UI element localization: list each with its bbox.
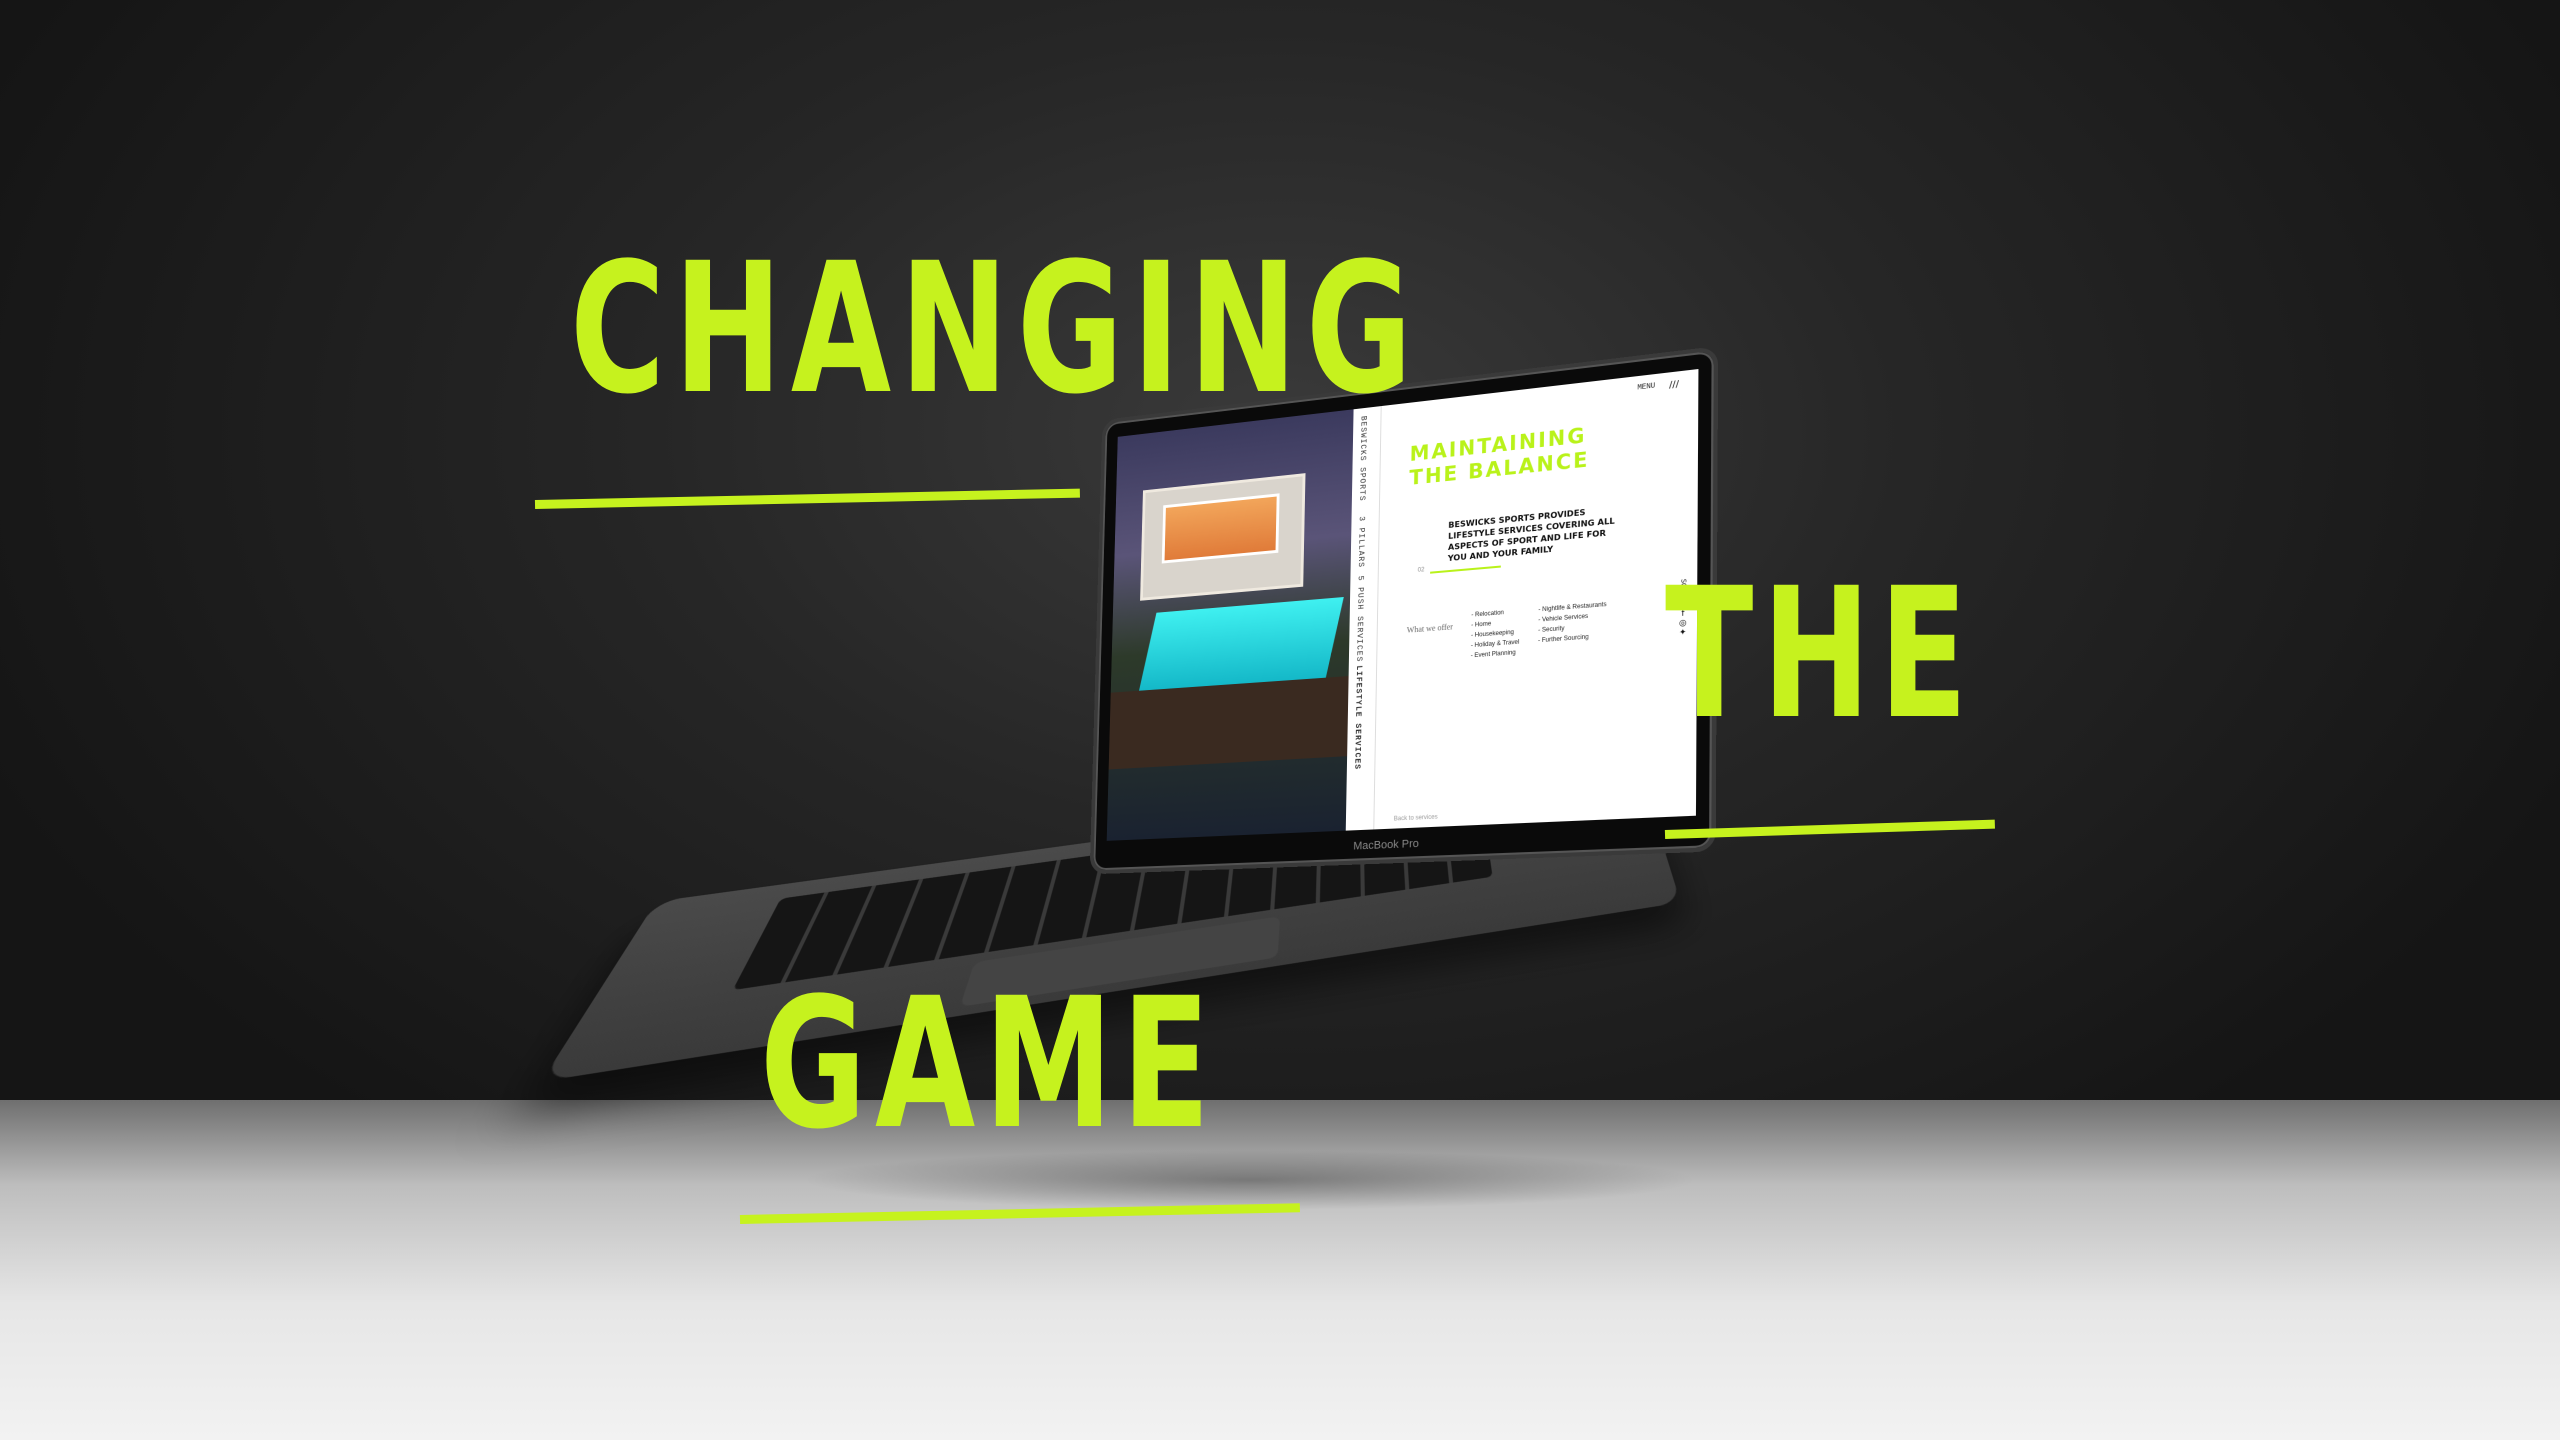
house-window <box>1161 493 1280 564</box>
services-list-label: What we offer <box>1406 622 1454 635</box>
list-item: - Event Planning <box>1470 650 1516 660</box>
section-number: 02 <box>1417 567 1425 574</box>
house-image <box>1140 473 1306 601</box>
scene: BESWICKS SPORTS 3 PILLARS 5 PUSH SERVICE… <box>0 0 2560 1440</box>
screen-content: MENU /// MAINTAINING THE BALANCE BESWICK… <box>1373 369 1699 830</box>
section-rule <box>1430 565 1502 574</box>
screen-heading: MAINTAINING THE BALANCE <box>1409 413 1674 490</box>
headline-line3: GAME <box>760 960 1219 1169</box>
sidebar-item-lifestyle-services[interactable]: LIFESTYLE SERVICES <box>1352 665 1363 770</box>
back-link[interactable]: Back to services <box>1394 814 1438 822</box>
deck-image <box>1108 676 1349 770</box>
menu-label[interactable]: MENU <box>1637 382 1655 392</box>
services-list: What we offer - Relocation - Home - Hous… <box>1406 595 1673 666</box>
headline-line1: CHANGING <box>570 225 1421 434</box>
headline-line2: THE <box>1665 550 1977 759</box>
sidebar-item-pillars[interactable]: 3 PILLARS <box>1356 516 1366 569</box>
laptop-brand-label: MacBook Pro <box>1353 837 1419 853</box>
services-list-col1: - Relocation - Home - Housekeeping - Hol… <box>1471 607 1520 662</box>
sidebar-item-push-services[interactable]: 5 PUSH SERVICES <box>1354 575 1364 662</box>
laptop: BESWICKS SPORTS 3 PILLARS 5 PUSH SERVICE… <box>0 0 2560 1440</box>
services-list-col2: - Nightlife & Restaurants - Vehicle Serv… <box>1538 600 1607 657</box>
menu-icon[interactable]: /// <box>1669 380 1679 391</box>
screen-body-text <box>1437 571 1634 588</box>
hero-photo <box>1106 409 1354 841</box>
pool-image <box>1139 597 1344 691</box>
laptop-screen: BESWICKS SPORTS 3 PILLARS 5 PUSH SERVICE… <box>1106 369 1699 841</box>
